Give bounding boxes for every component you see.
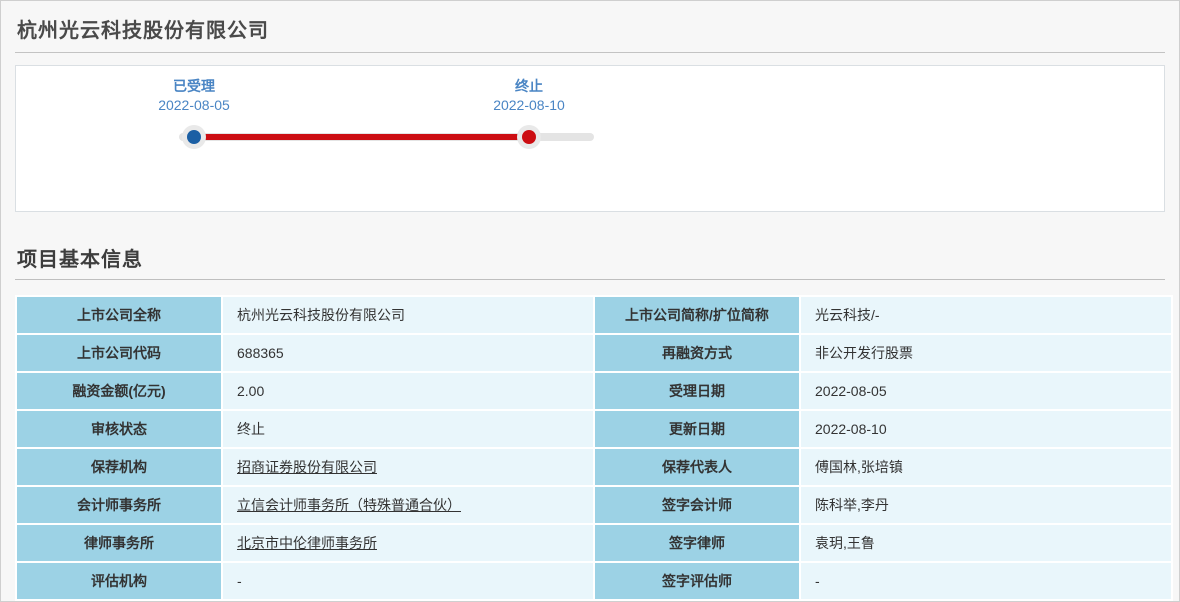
field-label: 签字会计师 [595,487,799,523]
table-row: 会计师事务所 立信会计师事务所（特殊普通合伙） 签字会计师 陈科举,李丹 [17,487,1171,523]
field-value: 终止 [223,411,593,447]
field-label: 再融资方式 [595,335,799,371]
field-label: 受理日期 [595,373,799,409]
field-label: 保荐机构 [17,449,221,485]
table-row: 律师事务所 北京市中伦律师事务所 签字律师 袁玥,王鲁 [17,525,1171,561]
field-value: 非公开发行股票 [801,335,1171,371]
table-row: 评估机构 - 签字评估师 - [17,563,1171,599]
field-label: 融资金额(亿元) [17,373,221,409]
field-value: 2022-08-10 [801,411,1171,447]
field-value: 688365 [223,335,593,371]
field-value: 招商证券股份有限公司 [223,449,593,485]
table-row: 融资金额(亿元) 2.00 受理日期 2022-08-05 [17,373,1171,409]
field-value: - [223,563,593,599]
title-divider [15,52,1165,53]
section-title-basic-info: 项目基本信息 [17,249,143,271]
field-label: 保荐代表人 [595,449,799,485]
field-label: 评估机构 [17,563,221,599]
field-label: 律师事务所 [17,525,221,561]
field-value: 2.00 [223,373,593,409]
project-info-table: 上市公司全称 杭州光云科技股份有限公司 上市公司简称/扩位简称 光云科技/- 上市公司代… [15,295,1173,601]
stage-status-label: 已受理 [173,78,215,94]
field-value: 2022-08-05 [801,373,1171,409]
review-timeline-panel: 已受理 2022-08-05 终止 2022-08-10 [15,65,1165,212]
field-label: 上市公司代码 [17,335,221,371]
timeline-progress-line [194,134,529,140]
stage-date: 2022-08-10 [493,97,565,113]
status-dot-halo [182,125,206,149]
stage-status-label: 终止 [515,78,543,94]
page-title: 杭州光云科技股份有限公司 [17,20,269,42]
field-label: 签字律师 [595,525,799,561]
field-value: - [801,563,1171,599]
field-value: 袁玥,王鲁 [801,525,1171,561]
field-label: 上市公司全称 [17,297,221,333]
field-value: 陈科举,李丹 [801,487,1171,523]
section-divider [15,279,1165,280]
page-container: 杭州光云科技股份有限公司 已受理 2022-08-05 终止 2022-08-1… [0,0,1180,602]
field-label: 审核状态 [17,411,221,447]
field-value: 傅国林,张培镇 [801,449,1171,485]
field-value: 北京市中伦律师事务所 [223,525,593,561]
table-row: 保荐机构 招商证券股份有限公司 保荐代表人 傅国林,张培镇 [17,449,1171,485]
field-value: 立信会计师事务所（特殊普通合伙） [223,487,593,523]
field-value-link[interactable]: 北京市中伦律师事务所 [237,535,377,551]
status-dot-accepted [187,130,201,144]
field-label: 签字评估师 [595,563,799,599]
status-dot-halo [517,125,541,149]
table-row: 审核状态 终止 更新日期 2022-08-10 [17,411,1171,447]
field-label: 上市公司简称/扩位简称 [595,297,799,333]
field-label: 更新日期 [595,411,799,447]
field-value-link[interactable]: 招商证券股份有限公司 [237,459,377,475]
field-value-link[interactable]: 立信会计师事务所（特殊普通合伙） [237,497,461,513]
table-row: 上市公司全称 杭州光云科技股份有限公司 上市公司简称/扩位简称 光云科技/- [17,297,1171,333]
info-table-body: 上市公司全称 杭州光云科技股份有限公司 上市公司简称/扩位简称 光云科技/- 上市公司代… [17,297,1171,599]
status-dot-terminated [522,130,536,144]
field-value: 光云科技/- [801,297,1171,333]
timeline-stage-accepted: 已受理 2022-08-05 [158,77,230,115]
project-info-table-wrap: 上市公司全称 杭州光云科技股份有限公司 上市公司简称/扩位简称 光云科技/- 上市公司代… [15,295,1173,601]
stage-date: 2022-08-05 [158,97,230,113]
timeline-stage-terminated: 终止 2022-08-10 [493,77,565,115]
field-value: 杭州光云科技股份有限公司 [223,297,593,333]
table-row: 上市公司代码 688365 再融资方式 非公开发行股票 [17,335,1171,371]
field-label: 会计师事务所 [17,487,221,523]
